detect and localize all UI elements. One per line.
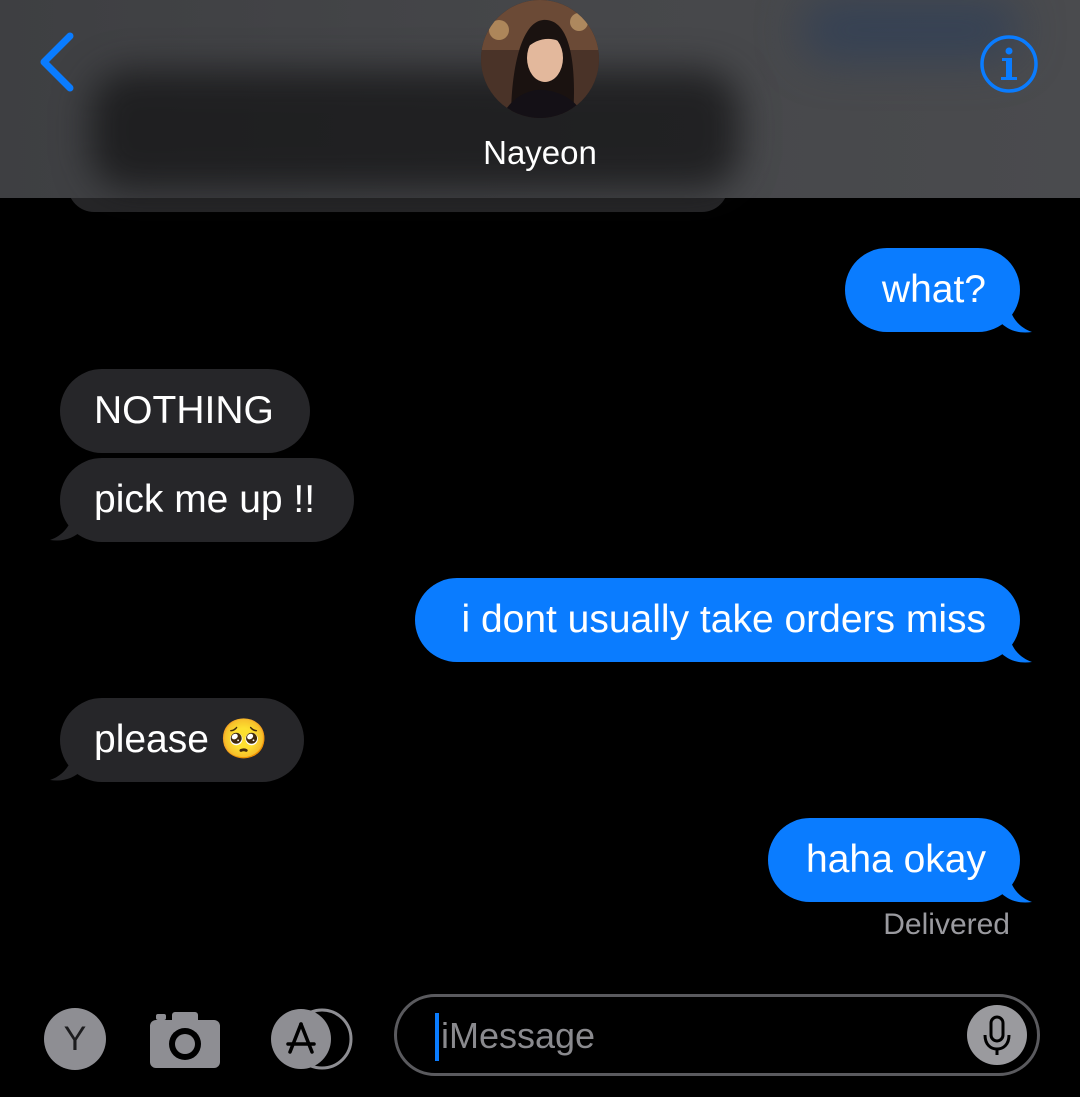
apps-button-letter: Y bbox=[63, 1020, 87, 1058]
message-text: please 🥺 bbox=[94, 718, 269, 761]
message-text: what? bbox=[881, 268, 986, 311]
text-caret bbox=[435, 1013, 439, 1061]
message-bubble-sent[interactable]: what? bbox=[845, 248, 1020, 332]
back-chevron-icon bbox=[40, 32, 74, 92]
info-icon bbox=[980, 35, 1038, 93]
camera-icon bbox=[150, 1012, 220, 1068]
conversation-header: Nayeon bbox=[0, 0, 1080, 198]
avatar-photo bbox=[481, 0, 599, 118]
message-text: haha okay bbox=[806, 838, 986, 881]
message-text: pick me up !! bbox=[94, 478, 316, 521]
message-input-placeholder: iMessage bbox=[441, 1015, 596, 1056]
contact-name[interactable]: Nayeon bbox=[0, 134, 1080, 172]
message-text: i dont usually take orders miss bbox=[461, 598, 986, 641]
message-bubble-sent[interactable]: haha okay bbox=[768, 818, 1020, 902]
message-bubble-received[interactable]: please 🥺 bbox=[60, 698, 304, 782]
bubble-tail bbox=[50, 748, 82, 781]
message-bubble-received[interactable]: NOTHING bbox=[60, 369, 310, 453]
apps-button[interactable]: Y bbox=[44, 1008, 106, 1070]
info-button[interactable] bbox=[978, 33, 1040, 95]
message-text: NOTHING bbox=[94, 389, 274, 432]
message-bubble-sent[interactable]: i dont usually take orders miss bbox=[415, 578, 1020, 662]
bubble-tail bbox=[1000, 870, 1032, 903]
camera-button[interactable] bbox=[148, 1008, 222, 1070]
message-input[interactable]: iMessage bbox=[394, 994, 1040, 1076]
message-bubble-received[interactable]: pick me up !! bbox=[60, 458, 354, 542]
contact-avatar[interactable] bbox=[481, 0, 599, 118]
header-blur-shade bbox=[90, 70, 740, 190]
microphone-button[interactable] bbox=[967, 1005, 1027, 1065]
bubble-tail bbox=[50, 508, 82, 541]
bubble-tail bbox=[1000, 630, 1032, 663]
bubble-tail bbox=[1000, 300, 1032, 333]
back-button[interactable] bbox=[36, 30, 86, 94]
app-store-button[interactable] bbox=[270, 1008, 358, 1070]
microphone-icon bbox=[983, 1015, 1011, 1055]
delivery-status: Delivered bbox=[883, 908, 1010, 941]
app-store-icon bbox=[271, 1008, 353, 1070]
